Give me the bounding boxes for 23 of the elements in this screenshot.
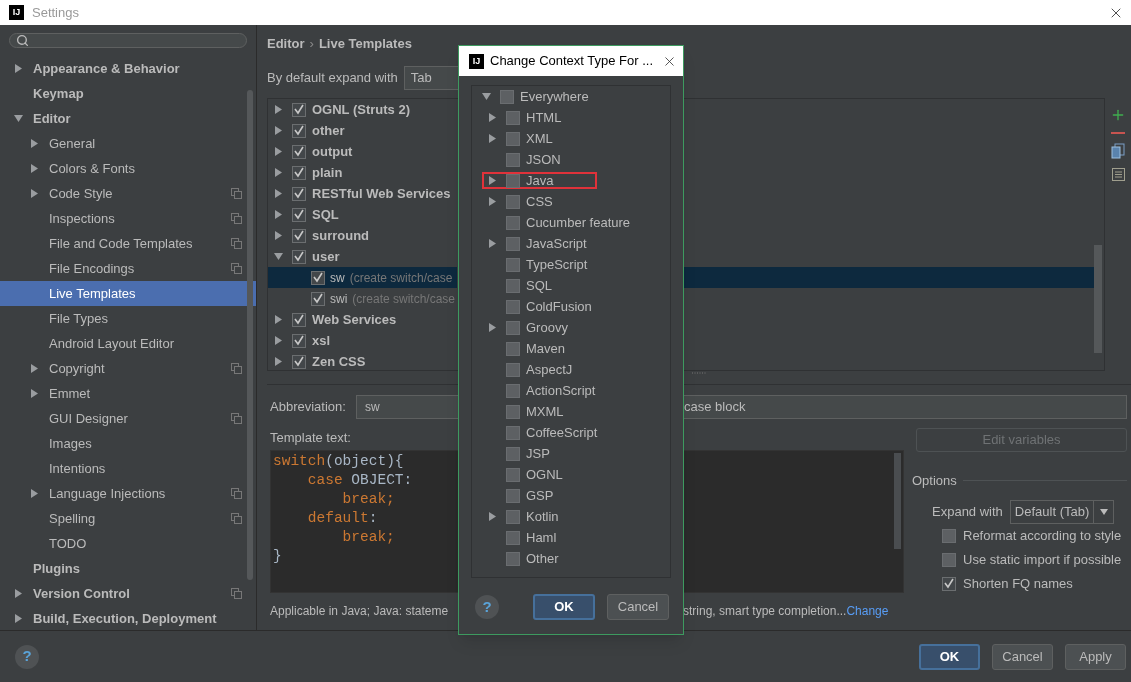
template-description: (create switch/case: [352, 290, 456, 308]
code-line: default:: [306, 509, 378, 528]
field-label: Expand with: [932, 502, 1003, 521]
template-description: (create switch/case: [349, 269, 453, 287]
code-line: break;: [341, 490, 395, 509]
window-title: Settings: [32, 3, 79, 22]
template-abbreviation: sw: [330, 269, 345, 287]
code-line: switch(object){: [273, 452, 404, 471]
template-abbreviation: swi: [330, 290, 348, 308]
code-line: }: [273, 547, 282, 566]
section-title: Options: [912, 472, 957, 490]
code-line: break;: [341, 528, 395, 547]
code-line: case OBJECT:: [306, 471, 413, 490]
field-label: By default expand with: [267, 69, 398, 88]
breadcrumb-current: Live Templates: [318, 35, 412, 54]
applicable-text: Applicable in Java; Java: stateme: [270, 603, 449, 620]
breadcrumb-separator: ›: [309, 35, 314, 54]
app-logo: IJ: [9, 5, 24, 20]
app-logo: IJ: [469, 53, 484, 69]
applicable-text: string, smart type completion...: [683, 603, 847, 620]
field-label: Template text:: [270, 429, 351, 444]
dialog-title: Change Context Type For ...: [490, 52, 654, 71]
field-label: Abbreviation:: [270, 398, 347, 417]
